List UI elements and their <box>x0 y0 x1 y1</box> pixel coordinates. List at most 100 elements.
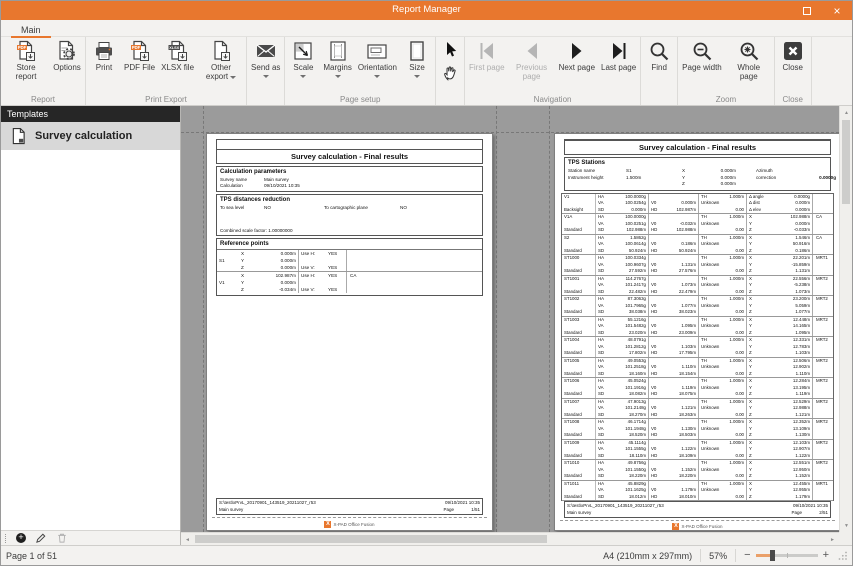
next-page-button[interactable]: Next page <box>556 37 598 73</box>
point-code: CA <box>347 272 482 279</box>
add-template-button[interactable]: + <box>16 533 26 543</box>
aux-label: HD <box>649 412 662 419</box>
use-value: YES <box>326 272 347 279</box>
scale-button[interactable]: Scale <box>286 37 320 78</box>
sidebar-item-survey-calculation[interactable]: Survey calculation <box>1 122 180 150</box>
page-indicator: Page 1 of 51 <box>1 551 57 561</box>
target-code <box>813 412 833 419</box>
mid-label <box>699 473 729 480</box>
scroll-up-arrow[interactable]: ▲ <box>840 106 852 119</box>
horizontal-scrollbar[interactable]: ◄ ► <box>181 532 839 545</box>
scroll-left-arrow[interactable]: ◄ <box>181 533 194 545</box>
margins-label: Margins <box>323 64 351 73</box>
use-value <box>326 257 347 264</box>
target-code <box>813 309 833 316</box>
group-navigation: First page Previous page Next page Last … <box>465 37 641 105</box>
zoom-slider-track[interactable] <box>756 554 818 557</box>
tps-measurement-block: ST1001 HA 114.2767g TH 1.000m X 22.556m … <box>562 276 833 297</box>
svg-text:PDF: PDF <box>18 45 27 50</box>
aux-label: HD <box>649 494 662 501</box>
statusbar: Page 1 of 51 A4 (210mm x 297mm) 57% − + <box>1 545 852 565</box>
target-code <box>813 453 833 460</box>
last-page-button[interactable]: Last page <box>598 37 639 73</box>
group-print-export: Print PDF PDF File XLSX XLSX file Other … <box>86 37 247 105</box>
report-page-1: Survey calculation - Final results Calcu… <box>206 133 493 531</box>
horizontal-scroll-thumb[interactable] <box>195 535 547 543</box>
whole-page-button[interactable]: Whole page <box>725 37 773 81</box>
vertical-scrollbar[interactable]: ▲ ▼ <box>839 106 852 532</box>
xlsx-file-icon: XLSX <box>166 39 190 63</box>
group-pointer-tools <box>436 37 465 105</box>
target-code <box>813 248 833 255</box>
print-button[interactable]: Print <box>87 37 121 73</box>
zoom-in-button[interactable]: + <box>823 550 829 561</box>
window-title: Report Manager <box>392 4 461 15</box>
tps-measurement-block: ST1007 HA 47.9013g TH 1.000m X 12.529m M… <box>562 399 833 420</box>
point-code <box>347 264 482 271</box>
delete-trash-button[interactable] <box>56 532 68 544</box>
pan-hand-button[interactable] <box>440 61 460 83</box>
previous-page-button[interactable]: Previous page <box>508 37 556 81</box>
store-report-label: Store report <box>5 64 47 81</box>
use-value <box>326 279 347 286</box>
report-preview-area[interactable]: Survey calculation - Final results Calcu… <box>181 106 852 545</box>
meas-value: 23.020m <box>609 330 649 337</box>
svg-text:XLSX: XLSX <box>169 46 179 50</box>
mid-value: 0.00 <box>729 289 747 296</box>
coord-label: Z <box>747 268 773 275</box>
measurement-type: Standard <box>562 432 596 439</box>
pdf-file-button[interactable]: PDF PDF File <box>121 37 158 73</box>
coord-value: 1.119m <box>773 391 813 398</box>
reduction-value: NO <box>400 205 407 211</box>
size-button[interactable]: Size <box>400 37 434 78</box>
options-button[interactable]: Options <box>50 37 84 73</box>
mid-label <box>699 391 729 398</box>
tab-main[interactable]: Main <box>11 23 51 38</box>
mid-value: 0.00 <box>729 371 747 378</box>
group-caption-close: Close <box>776 95 810 105</box>
send-as-label: Send as <box>251 64 280 73</box>
coord-value: 0.000m <box>251 264 299 271</box>
param-row: Calculation 09/10/2021 10:35 <box>220 183 479 189</box>
page-width-button[interactable]: Page width <box>679 37 725 73</box>
scroll-down-arrow[interactable]: ▼ <box>840 519 852 532</box>
tps-measurement-block: S2 HA 1.5862g TH 1.000m X 1.546m CA VA 1… <box>562 235 833 256</box>
page-footer: S:\test\xPrvL_20170901_143519_20211027_r… <box>216 498 483 515</box>
templates-sidebar: Templates Survey calculation + <box>1 106 181 545</box>
find-button[interactable]: Find <box>642 37 676 73</box>
mid-label <box>699 227 729 234</box>
axis-label: X <box>241 250 251 257</box>
margin-guide <box>496 106 497 532</box>
mid-label <box>699 289 729 296</box>
vertical-scroll-thumb[interactable] <box>842 120 850 204</box>
store-report-button[interactable]: PDF Store report <box>2 37 50 81</box>
group-report: PDF Store report Options Report <box>1 37 86 105</box>
measurement-type: Standard <box>562 248 596 255</box>
coord-value: 1.095m <box>773 330 813 337</box>
first-page-button[interactable]: First page <box>466 37 508 73</box>
zoom-out-button[interactable]: − <box>744 550 750 561</box>
coord-value: 1.077m <box>773 309 813 316</box>
scrollbar-corner <box>839 532 852 545</box>
zoom-slider-handle[interactable] <box>770 550 775 561</box>
margin-guide <box>203 106 204 532</box>
other-export-button[interactable]: Other export <box>197 37 245 81</box>
margins-button[interactable]: Margins <box>320 37 354 78</box>
measurement-type: Standard <box>562 227 596 234</box>
select-cursor-button[interactable] <box>440 39 460 61</box>
edit-pencil-button[interactable] <box>35 532 47 544</box>
measurement-type: Standard <box>562 453 596 460</box>
section-calculation-parameters: Calculation parameters Survey name Main … <box>216 166 483 192</box>
orientation-button[interactable]: Orientation <box>355 37 400 78</box>
send-as-button[interactable]: Send as <box>248 37 283 78</box>
xlsx-file-button[interactable]: XLSX XLSX file <box>158 37 197 73</box>
close-window-button[interactable]: × <box>822 1 852 20</box>
envelope-icon <box>254 39 278 63</box>
point-code <box>347 257 482 264</box>
meas-value: 0.000m <box>609 207 649 214</box>
close-preview-button[interactable]: Close <box>776 37 810 73</box>
maximize-button[interactable] <box>792 1 822 20</box>
point-code <box>347 250 482 257</box>
scroll-right-arrow[interactable]: ► <box>826 533 839 545</box>
coord-value: 1.103m <box>773 350 813 357</box>
